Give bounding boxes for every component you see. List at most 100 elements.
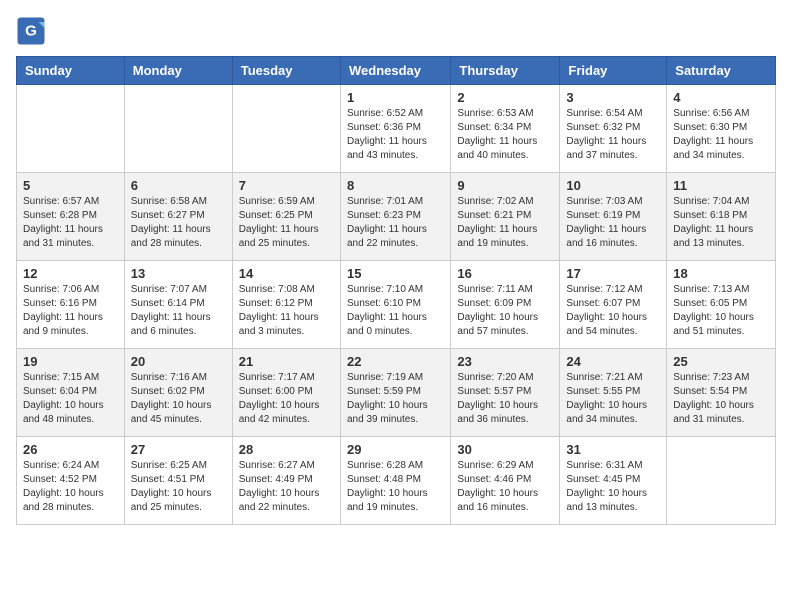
day-info: Sunrise: 7:02 AM Sunset: 6:21 PM Dayligh… <box>457 195 553 251</box>
calendar-cell: 20 Sunrise: 7:16 AM Sunset: 6:02 PM Dayli… <box>124 349 232 437</box>
calendar-cell: 23 Sunrise: 7:20 AM Sunset: 5:57 PM Dayli… <box>451 349 560 437</box>
day-number: 21 <box>239 354 334 369</box>
day-number: 1 <box>347 90 444 105</box>
day-number: 9 <box>457 178 553 193</box>
calendar-cell: 18 Sunrise: 7:13 AM Sunset: 6:05 PM Dayli… <box>667 261 776 349</box>
calendar-cell: 11 Sunrise: 7:04 AM Sunset: 6:18 PM Dayli… <box>667 173 776 261</box>
day-number: 16 <box>457 266 553 281</box>
day-number: 7 <box>239 178 334 193</box>
day-number: 11 <box>673 178 769 193</box>
day-number: 12 <box>23 266 118 281</box>
day-number: 29 <box>347 442 444 457</box>
calendar-cell: 9 Sunrise: 7:02 AM Sunset: 6:21 PM Daylig… <box>451 173 560 261</box>
weekday-header: Thursday <box>451 57 560 85</box>
day-number: 27 <box>131 442 226 457</box>
calendar-cell <box>17 85 125 173</box>
calendar-cell: 10 Sunrise: 7:03 AM Sunset: 6:19 PM Dayli… <box>560 173 667 261</box>
day-info: Sunrise: 7:03 AM Sunset: 6:19 PM Dayligh… <box>566 195 660 251</box>
header: G <box>16 16 776 46</box>
day-number: 19 <box>23 354 118 369</box>
calendar-cell: 4 Sunrise: 6:56 AM Sunset: 6:30 PM Daylig… <box>667 85 776 173</box>
calendar-cell: 29 Sunrise: 6:28 AM Sunset: 4:48 PM Dayli… <box>340 437 450 525</box>
logo: G <box>16 16 48 46</box>
calendar-cell: 30Sunrise: 6:29 AM Sunset: 4:46 PM Dayli… <box>451 437 560 525</box>
day-info: Sunrise: 6:52 AM Sunset: 6:36 PM Dayligh… <box>347 107 444 163</box>
day-info: Sunrise: 6:25 AM Sunset: 4:51 PM Dayligh… <box>131 459 226 515</box>
day-info: Sunrise: 6:28 AM Sunset: 4:48 PM Dayligh… <box>347 459 444 515</box>
day-info: Sunrise: 6:57 AM Sunset: 6:28 PM Dayligh… <box>23 195 118 251</box>
calendar-cell: 25 Sunrise: 7:23 AM Sunset: 5:54 PM Dayli… <box>667 349 776 437</box>
calendar-cell: 26 Sunrise: 6:24 AM Sunset: 4:52 PM Dayli… <box>17 437 125 525</box>
calendar-cell: 24Sunrise: 7:21 AM Sunset: 5:55 PM Dayli… <box>560 349 667 437</box>
calendar-cell: 2 Sunrise: 6:53 AM Sunset: 6:34 PM Daylig… <box>451 85 560 173</box>
calendar-cell: 3Sunrise: 6:54 AM Sunset: 6:32 PM Daylig… <box>560 85 667 173</box>
calendar-cell: 13Sunrise: 7:07 AM Sunset: 6:14 PM Dayli… <box>124 261 232 349</box>
day-info: Sunrise: 7:16 AM Sunset: 6:02 PM Dayligh… <box>131 371 226 427</box>
day-info: Sunrise: 7:21 AM Sunset: 5:55 PM Dayligh… <box>566 371 660 427</box>
calendar-week-row: 5 Sunrise: 6:57 AM Sunset: 6:28 PM Daylig… <box>17 173 776 261</box>
day-info: Sunrise: 6:53 AM Sunset: 6:34 PM Dayligh… <box>457 107 553 163</box>
calendar-cell: 7Sunrise: 6:59 AM Sunset: 6:25 PM Daylig… <box>232 173 340 261</box>
day-info: Sunrise: 6:58 AM Sunset: 6:27 PM Dayligh… <box>131 195 226 251</box>
header-row: SundayMondayTuesdayWednesdayThursdayFrid… <box>17 57 776 85</box>
calendar-cell: 28 Sunrise: 6:27 AM Sunset: 4:49 PM Dayli… <box>232 437 340 525</box>
day-number: 23 <box>457 354 553 369</box>
calendar-cell <box>232 85 340 173</box>
calendar-week-row: 12Sunrise: 7:06 AM Sunset: 6:16 PM Dayli… <box>17 261 776 349</box>
calendar-cell: 17 Sunrise: 7:12 AM Sunset: 6:07 PM Dayli… <box>560 261 667 349</box>
calendar-cell: 6 Sunrise: 6:58 AM Sunset: 6:27 PM Daylig… <box>124 173 232 261</box>
day-info: Sunrise: 6:27 AM Sunset: 4:49 PM Dayligh… <box>239 459 334 515</box>
day-number: 6 <box>131 178 226 193</box>
day-info: Sunrise: 7:08 AM Sunset: 6:12 PM Dayligh… <box>239 283 334 339</box>
calendar-week-row: 19 Sunrise: 7:15 AM Sunset: 6:04 PM Dayli… <box>17 349 776 437</box>
calendar-cell: 12Sunrise: 7:06 AM Sunset: 6:16 PM Dayli… <box>17 261 125 349</box>
day-info: Sunrise: 7:15 AM Sunset: 6:04 PM Dayligh… <box>23 371 118 427</box>
day-number: 17 <box>566 266 660 281</box>
day-info: Sunrise: 7:10 AM Sunset: 6:10 PM Dayligh… <box>347 283 444 339</box>
calendar-cell: 19 Sunrise: 7:15 AM Sunset: 6:04 PM Dayli… <box>17 349 125 437</box>
day-info: Sunrise: 7:11 AM Sunset: 6:09 PM Dayligh… <box>457 283 553 339</box>
calendar-cell: 1 Sunrise: 6:52 AM Sunset: 6:36 PM Daylig… <box>340 85 450 173</box>
day-info: Sunrise: 7:17 AM Sunset: 6:00 PM Dayligh… <box>239 371 334 427</box>
calendar-cell: 15 Sunrise: 7:10 AM Sunset: 6:10 PM Dayli… <box>340 261 450 349</box>
day-number: 18 <box>673 266 769 281</box>
day-number: 25 <box>673 354 769 369</box>
calendar-cell <box>124 85 232 173</box>
day-number: 26 <box>23 442 118 457</box>
day-info: Sunrise: 7:13 AM Sunset: 6:05 PM Dayligh… <box>673 283 769 339</box>
svg-text:G: G <box>25 23 37 40</box>
logo-icon: G <box>16 16 46 46</box>
day-number: 22 <box>347 354 444 369</box>
calendar-cell: 14 Sunrise: 7:08 AM Sunset: 6:12 PM Dayli… <box>232 261 340 349</box>
day-info: Sunrise: 7:20 AM Sunset: 5:57 PM Dayligh… <box>457 371 553 427</box>
calendar-week-row: 1 Sunrise: 6:52 AM Sunset: 6:36 PM Daylig… <box>17 85 776 173</box>
day-number: 13 <box>131 266 226 281</box>
day-info: Sunrise: 6:24 AM Sunset: 4:52 PM Dayligh… <box>23 459 118 515</box>
day-number: 31 <box>566 442 660 457</box>
day-info: Sunrise: 7:12 AM Sunset: 6:07 PM Dayligh… <box>566 283 660 339</box>
day-number: 8 <box>347 178 444 193</box>
calendar-week-row: 26 Sunrise: 6:24 AM Sunset: 4:52 PM Dayli… <box>17 437 776 525</box>
day-info: Sunrise: 6:56 AM Sunset: 6:30 PM Dayligh… <box>673 107 769 163</box>
day-info: Sunrise: 7:19 AM Sunset: 5:59 PM Dayligh… <box>347 371 444 427</box>
day-number: 20 <box>131 354 226 369</box>
day-number: 4 <box>673 90 769 105</box>
day-number: 28 <box>239 442 334 457</box>
calendar-table: SundayMondayTuesdayWednesdayThursdayFrid… <box>16 56 776 525</box>
calendar-cell: 5 Sunrise: 6:57 AM Sunset: 6:28 PM Daylig… <box>17 173 125 261</box>
calendar-cell: 8Sunrise: 7:01 AM Sunset: 6:23 PM Daylig… <box>340 173 450 261</box>
day-info: Sunrise: 6:31 AM Sunset: 4:45 PM Dayligh… <box>566 459 660 515</box>
day-info: Sunrise: 7:23 AM Sunset: 5:54 PM Dayligh… <box>673 371 769 427</box>
weekday-header: Monday <box>124 57 232 85</box>
weekday-header: Friday <box>560 57 667 85</box>
day-info: Sunrise: 7:04 AM Sunset: 6:18 PM Dayligh… <box>673 195 769 251</box>
day-number: 10 <box>566 178 660 193</box>
calendar-cell: 16 Sunrise: 7:11 AM Sunset: 6:09 PM Dayli… <box>451 261 560 349</box>
calendar-cell: 31 Sunrise: 6:31 AM Sunset: 4:45 PM Dayli… <box>560 437 667 525</box>
calendar-cell: 22 Sunrise: 7:19 AM Sunset: 5:59 PM Dayli… <box>340 349 450 437</box>
day-number: 15 <box>347 266 444 281</box>
day-number: 2 <box>457 90 553 105</box>
day-number: 14 <box>239 266 334 281</box>
weekday-header: Sunday <box>17 57 125 85</box>
day-number: 5 <box>23 178 118 193</box>
